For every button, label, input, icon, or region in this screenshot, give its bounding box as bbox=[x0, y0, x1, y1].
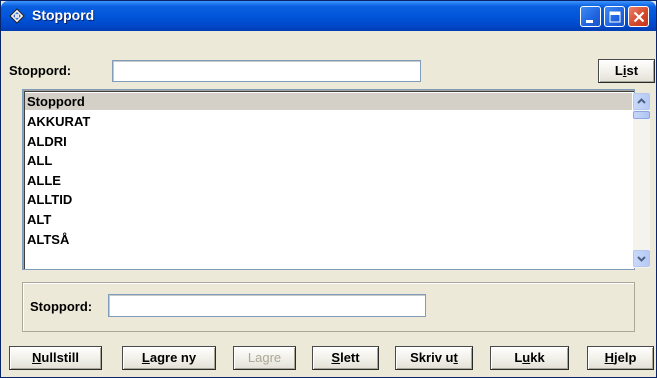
maximize-button[interactable] bbox=[604, 6, 625, 27]
nullstill-label: Nullstill bbox=[32, 350, 79, 365]
minimize-button[interactable] bbox=[580, 6, 601, 27]
list-button[interactable]: List bbox=[598, 59, 655, 83]
minimize-icon bbox=[586, 20, 593, 23]
list-item[interactable]: ALT bbox=[27, 210, 631, 230]
list-button-label: List bbox=[614, 63, 639, 78]
slett-button[interactable]: Slett bbox=[312, 346, 379, 370]
lagre-ny-label: Lagre ny bbox=[141, 350, 197, 365]
list-item[interactable]: AKKURAT bbox=[27, 112, 631, 132]
lukk-label: Lukk bbox=[514, 350, 545, 365]
list-item[interactable]: ALLE bbox=[27, 171, 631, 191]
scroll-thumb[interactable] bbox=[633, 111, 650, 119]
hjelp-button[interactable]: Hjelp bbox=[587, 346, 654, 370]
stoppord-input[interactable] bbox=[108, 294, 426, 317]
maximize-icon bbox=[609, 11, 621, 23]
slett-label: Slett bbox=[331, 350, 360, 365]
lagre-button[interactable]: Lagre bbox=[233, 346, 296, 370]
lagre-ny-button[interactable]: Lagre ny bbox=[122, 346, 216, 370]
close-icon bbox=[633, 11, 645, 23]
list-items: AKKURAT ALDRI ALL ALLE ALLTID ALT ALTSÅ bbox=[27, 112, 631, 249]
chevron-up-icon bbox=[637, 98, 646, 104]
skriv-ut-button[interactable]: Skriv ut bbox=[395, 346, 473, 370]
stoppord-listbox[interactable]: Stoppord AKKURAT ALDRI ALL ALLE ALLTID ALT ALT… bbox=[22, 89, 650, 270]
scroll-up-button[interactable] bbox=[633, 93, 650, 110]
scroll-down-button[interactable] bbox=[633, 250, 650, 267]
title-bar[interactable]: Stoppord bbox=[1, 1, 656, 31]
list-item[interactable]: ALTSÅ bbox=[27, 230, 631, 250]
hjelp-label: Hjelp bbox=[604, 350, 637, 365]
filter-input[interactable] bbox=[112, 60, 421, 82]
edit-label: Stoppord: bbox=[30, 299, 93, 314]
list-item[interactable]: ALDRI bbox=[27, 132, 631, 152]
list-item[interactable]: ALLTID bbox=[27, 190, 631, 210]
app-icon bbox=[9, 8, 25, 24]
list-item[interactable]: ALL bbox=[27, 151, 631, 171]
nullstill-button[interactable]: Nullstill bbox=[9, 346, 102, 370]
lukk-button[interactable]: Lukk bbox=[490, 346, 569, 370]
close-button[interactable] bbox=[628, 6, 649, 27]
window-title: Stoppord bbox=[32, 7, 95, 23]
stoppord-window: Stoppord Stoppord: List Stoppord AKKURAT… bbox=[0, 0, 657, 378]
vertical-scrollbar[interactable] bbox=[633, 93, 650, 268]
chevron-down-icon bbox=[637, 256, 646, 262]
skriv-ut-label: Skriv ut bbox=[410, 350, 458, 365]
filter-label: Stoppord: bbox=[9, 63, 72, 78]
lagre-label: Lagre bbox=[247, 350, 282, 365]
column-header-stoppord[interactable]: Stoppord bbox=[25, 93, 632, 110]
